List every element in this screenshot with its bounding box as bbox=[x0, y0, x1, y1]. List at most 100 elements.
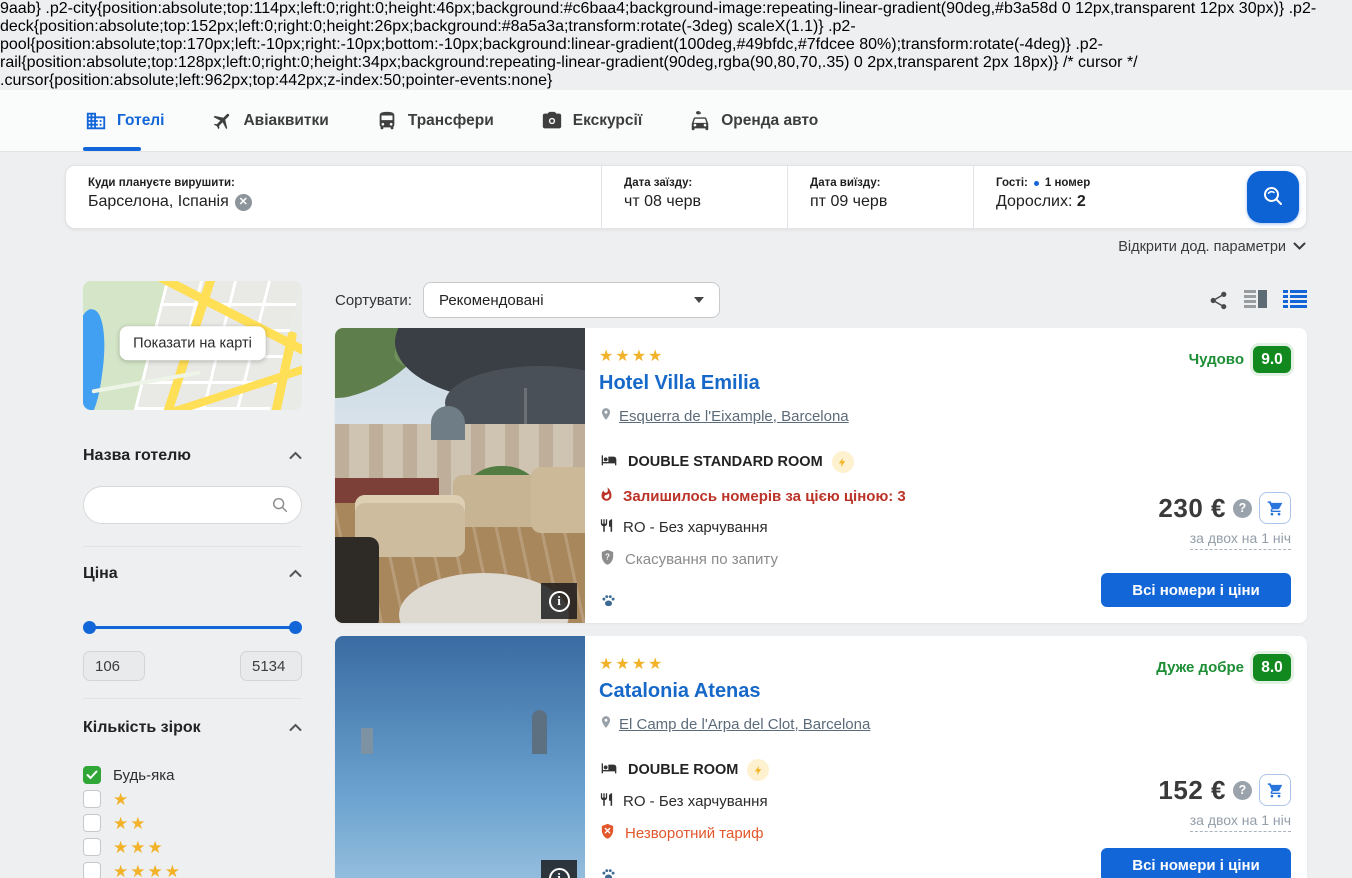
checkout-field[interactable]: Дата виїзду: пт 09 черв bbox=[787, 166, 973, 228]
checkin-field[interactable]: Дата заїзду: чт 08 черв bbox=[601, 166, 787, 228]
photo-skyscraper bbox=[361, 728, 373, 754]
price-min-input[interactable] bbox=[83, 651, 145, 681]
star-rating-3: ★★★ bbox=[113, 839, 165, 856]
tab-hotels-label: Готелі bbox=[117, 112, 164, 130]
checkbox-icon[interactable] bbox=[83, 838, 101, 856]
tab-flights[interactable]: Авіаквитки bbox=[211, 90, 328, 151]
service-tabbar: Готелі Авіаквитки Трансфери Екскурсії Ор… bbox=[0, 90, 1352, 152]
sort-dropdown[interactable]: Рекомендовані bbox=[423, 282, 720, 318]
slider-track bbox=[87, 626, 298, 629]
adults-label: Дорослих: bbox=[996, 193, 1072, 210]
destination-field[interactable]: Куди плануєте вирушити: Барселона, Іспан… bbox=[66, 166, 601, 228]
add-to-cart-button[interactable] bbox=[1259, 492, 1291, 524]
price-help-icon[interactable]: ? bbox=[1233, 499, 1252, 518]
all-rooms-button[interactable]: Всі номери і ціни bbox=[1101, 848, 1291, 878]
location-pin-icon bbox=[599, 405, 613, 427]
star-option-2[interactable]: ★★ bbox=[83, 811, 302, 835]
room-type: DOUBLE STANDARD ROOM bbox=[628, 454, 823, 470]
star-option-any-label: Будь-яка bbox=[113, 767, 174, 784]
hotel-building-icon bbox=[85, 110, 107, 132]
price-value: 152 € bbox=[1158, 775, 1226, 806]
checkbox-checked-icon[interactable] bbox=[83, 766, 101, 784]
photo-info-icon[interactable]: i bbox=[541, 860, 577, 878]
chevron-up-icon[interactable] bbox=[289, 447, 302, 465]
hotel-name-link[interactable]: Catalonia Atenas bbox=[599, 680, 1045, 703]
meal-plan-text: RO - Без харчування bbox=[623, 519, 768, 536]
adults-value: 2 bbox=[1077, 193, 1086, 210]
hotel-stars: ★★★★ bbox=[599, 656, 1045, 673]
tab-hotels[interactable]: Готелі bbox=[85, 90, 164, 151]
hotel-location-link[interactable]: El Camp de l'Arpa del Clot, Barcelona bbox=[619, 716, 870, 733]
slider-knob-min[interactable] bbox=[83, 621, 96, 634]
star-option-4[interactable]: ★★★★ bbox=[83, 859, 302, 878]
shield-x-icon bbox=[599, 822, 616, 844]
list-view-icon[interactable] bbox=[1283, 289, 1307, 311]
hotel-card: i ★★★★ Hotel Villa Emilia Esquerra de l'… bbox=[335, 328, 1307, 623]
nonrefundable-text: Незворотний тариф bbox=[625, 825, 763, 842]
meals-icon bbox=[599, 791, 614, 812]
price-help-icon[interactable]: ? bbox=[1233, 781, 1252, 800]
shield-question-icon: ? bbox=[599, 548, 616, 570]
search-icon bbox=[1261, 184, 1285, 211]
photo-sofa bbox=[531, 467, 585, 533]
dropdown-caret-icon bbox=[694, 297, 704, 303]
meals-icon bbox=[599, 517, 614, 538]
hotel-card: i ★★★★ Catalonia Atenas El Camp de l'Arp… bbox=[335, 636, 1307, 878]
clear-destination-icon[interactable]: ✕ bbox=[235, 194, 252, 211]
grid-view-icon[interactable] bbox=[1244, 289, 1268, 311]
hotel-name-link[interactable]: Hotel Villa Emilia bbox=[599, 372, 1045, 395]
chevron-up-icon[interactable] bbox=[289, 719, 302, 737]
location-pin-icon bbox=[599, 713, 613, 735]
meal-plan-text: RO - Без харчування bbox=[623, 793, 768, 810]
share-icon[interactable] bbox=[1208, 290, 1229, 311]
cancellation-text: Скасування по запиту bbox=[625, 551, 778, 568]
tab-car-rental-label: Оренда авто bbox=[721, 112, 818, 130]
photo-info-icon[interactable]: i bbox=[541, 583, 577, 619]
star-option-any[interactable]: Будь-яка bbox=[83, 763, 302, 787]
photo-pot bbox=[335, 537, 379, 623]
room-type: DOUBLE ROOM bbox=[628, 762, 738, 778]
tab-transfers[interactable]: Трансфери bbox=[376, 90, 494, 151]
more-params-link[interactable]: Відкрити дод. параметри bbox=[1118, 239, 1306, 255]
checkin-label: Дата заїзду: bbox=[624, 177, 777, 189]
divider bbox=[83, 546, 302, 547]
hotel-location-link[interactable]: Esquerra de l'Eixample, Barcelona bbox=[619, 408, 849, 425]
tab-excursions[interactable]: Екскурсії bbox=[541, 90, 642, 151]
filters-sidebar: Показати на карті Назва готелю Ціна Кіль… bbox=[83, 281, 302, 878]
all-rooms-button[interactable]: Всі номери і ціни bbox=[1101, 573, 1291, 607]
price-max-input[interactable] bbox=[240, 651, 302, 681]
divider bbox=[83, 698, 302, 699]
star-rating-2: ★★ bbox=[113, 815, 147, 832]
hotel-photo[interactable]: i bbox=[335, 328, 585, 623]
price-note-link[interactable]: за двох на 1 ніч bbox=[1190, 812, 1291, 832]
fire-icon bbox=[599, 486, 614, 507]
add-to-cart-button[interactable] bbox=[1259, 774, 1291, 806]
slider-knob-max[interactable] bbox=[289, 621, 302, 634]
checkbox-icon[interactable] bbox=[83, 790, 101, 808]
bed-icon bbox=[599, 452, 619, 472]
instant-confirmation-icon bbox=[747, 759, 769, 781]
checkbox-icon[interactable] bbox=[83, 862, 101, 878]
hotel-search-page: Готелі Авіаквитки Трансфери Екскурсії Ор… bbox=[0, 90, 1352, 878]
airplane-icon bbox=[211, 110, 233, 132]
chevron-up-icon[interactable] bbox=[289, 565, 302, 583]
guests-field[interactable]: Гості: 1 номер Дорослих: 2 bbox=[973, 166, 1240, 228]
star-option-1[interactable]: ★ bbox=[83, 787, 302, 811]
photo-tower bbox=[532, 710, 547, 754]
price-note-link[interactable]: за двох на 1 ніч bbox=[1190, 530, 1291, 550]
price-value: 230 € bbox=[1158, 493, 1226, 524]
dot-separator bbox=[1034, 181, 1039, 186]
star-rating-1: ★ bbox=[113, 791, 130, 808]
map-preview[interactable]: Показати на карті bbox=[83, 281, 302, 410]
search-bar: Куди плануєте вирушити: Барселона, Іспан… bbox=[65, 165, 1307, 229]
tab-flights-label: Авіаквитки bbox=[243, 112, 328, 130]
price-range-slider[interactable] bbox=[83, 621, 302, 634]
hotel-name-search-input[interactable] bbox=[83, 486, 302, 524]
tab-transfers-label: Трансфери bbox=[408, 112, 494, 130]
search-button[interactable] bbox=[1247, 171, 1299, 223]
checkbox-icon[interactable] bbox=[83, 814, 101, 832]
tab-car-rental[interactable]: Оренда авто bbox=[689, 90, 818, 151]
hotel-photo[interactable]: i bbox=[335, 636, 585, 878]
star-option-3[interactable]: ★★★ bbox=[83, 835, 302, 859]
show-on-map-button[interactable]: Показати на карті bbox=[119, 326, 266, 360]
